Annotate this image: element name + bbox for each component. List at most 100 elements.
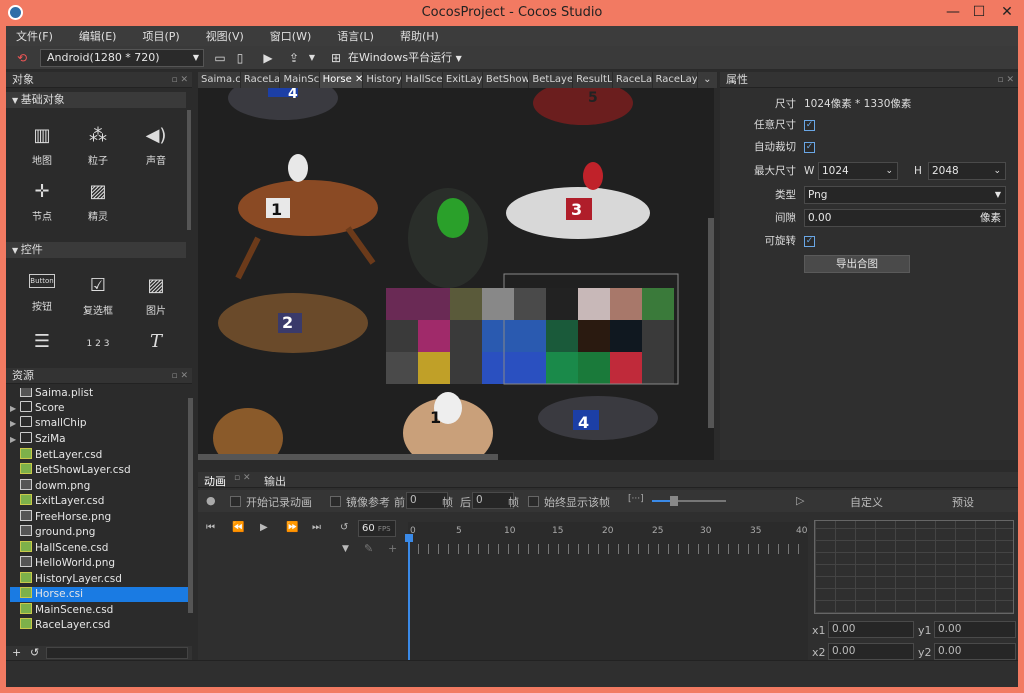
type-select[interactable]: Png ▼ bbox=[804, 186, 1006, 204]
y1-input[interactable]: 0.00 bbox=[934, 621, 1016, 638]
object-sound[interactable]: ◀) 声音 bbox=[128, 124, 184, 167]
tree-item[interactable]: ▶ Score bbox=[10, 401, 64, 416]
tab-racelayer-2[interactable]: RaceLa bbox=[613, 72, 653, 88]
x1-input[interactable]: 0.00 bbox=[828, 621, 914, 638]
preset-label[interactable]: 预设 bbox=[952, 494, 974, 510]
tab-exitlayer[interactable]: ExitLay bbox=[443, 72, 483, 88]
tab-mainscene[interactable]: MainSc bbox=[280, 72, 320, 88]
arbitrary-size-checkbox[interactable]: ✓ bbox=[804, 120, 815, 131]
max-height-select[interactable]: 2048 ⌄ bbox=[928, 162, 1006, 180]
panel-controls-icon[interactable]: ▫ ✕ bbox=[234, 473, 251, 483]
tree-item[interactable]: ▶ smallChip bbox=[10, 416, 87, 431]
run-target-select[interactable]: 在Windows平台运行 ▼ bbox=[348, 50, 462, 67]
custom-label[interactable]: 自定义 bbox=[850, 494, 883, 510]
fps-input[interactable]: 60 FPS bbox=[358, 520, 396, 537]
add-icon[interactable]: + bbox=[388, 542, 397, 555]
chevron-down-icon[interactable]: ▼ bbox=[304, 50, 320, 66]
basic-objects-section[interactable]: ▼ 基础对象 bbox=[6, 92, 186, 108]
timeline[interactable]: 0 5 10 15 20 25 30 35 40 bbox=[405, 522, 808, 660]
tree-item[interactable]: ▶ SziMa bbox=[10, 432, 66, 447]
object-sprite[interactable]: ▨ 精灵 bbox=[70, 180, 126, 223]
panel-controls-icon[interactable]: ▫ ✕ bbox=[997, 72, 1014, 88]
resources-scrollbar[interactable] bbox=[188, 398, 193, 613]
object-node[interactable]: ✛ 节点 bbox=[14, 180, 70, 223]
chevron-right-icon[interactable]: ▶ bbox=[10, 401, 20, 416]
chevron-right-icon[interactable]: ▶ bbox=[10, 432, 20, 447]
last-frame-icon[interactable]: ⏭ bbox=[312, 522, 321, 533]
menu-file[interactable]: 文件(F) bbox=[16, 28, 53, 44]
tree-item-selected[interactable]: Horse.csi bbox=[10, 587, 190, 602]
chevron-down-icon[interactable]: ▼ bbox=[342, 544, 349, 554]
control-textarea[interactable]: ☰ bbox=[14, 330, 70, 358]
tree-item[interactable]: HelloWorld.png bbox=[10, 556, 115, 571]
tab-history[interactable]: History bbox=[363, 72, 403, 88]
menu-language[interactable]: 语言(L) bbox=[337, 28, 374, 44]
canvas-v-scrollbar[interactable] bbox=[708, 218, 714, 428]
chevron-right-icon[interactable]: ▶ bbox=[10, 416, 20, 431]
object-particle[interactable]: ⁂ 粒子 bbox=[70, 124, 126, 167]
play-icon[interactable]: ▷ bbox=[796, 494, 804, 507]
tab-hallscene[interactable]: HallSce bbox=[402, 72, 443, 88]
rotatable-checkbox[interactable]: ✓ bbox=[804, 236, 815, 247]
menu-project[interactable]: 项目(P) bbox=[142, 28, 179, 44]
panel-controls-icon[interactable]: ▫ ✕ bbox=[171, 72, 188, 88]
playhead-handle[interactable] bbox=[405, 534, 413, 542]
always-show-checkbox[interactable] bbox=[528, 496, 539, 507]
next-frame-icon[interactable]: ⏩ bbox=[286, 522, 298, 533]
canvas-h-scrollbar[interactable] bbox=[198, 454, 498, 460]
tab-racelayer[interactable]: RaceLa bbox=[241, 72, 281, 88]
play-icon[interactable]: ▶ bbox=[260, 522, 268, 533]
onion-checkbox[interactable] bbox=[330, 496, 341, 507]
refresh-icon[interactable]: ↺ bbox=[30, 646, 39, 659]
tab-resultlayer[interactable]: ResultL bbox=[573, 72, 613, 88]
playhead[interactable] bbox=[408, 538, 410, 660]
export-sprite-sheet-button[interactable]: 导出合图 bbox=[804, 255, 910, 273]
tab-betlayer[interactable]: BetLaye bbox=[529, 72, 574, 88]
portrait-icon[interactable]: ▯ bbox=[232, 50, 248, 66]
menu-window[interactable]: 窗口(W) bbox=[270, 28, 311, 44]
first-frame-icon[interactable]: ⏮ bbox=[206, 522, 215, 533]
control-text[interactable]: T bbox=[128, 330, 184, 358]
control-button[interactable]: Button 按钮 bbox=[14, 274, 70, 313]
spacing-input[interactable]: 0.00 像素 bbox=[804, 209, 1006, 227]
tree-item[interactable]: HistoryLayer.csd bbox=[10, 572, 122, 587]
add-icon[interactable]: + bbox=[12, 646, 21, 659]
tab-horse[interactable]: Horse ✕ bbox=[319, 72, 364, 88]
objects-scrollbar[interactable] bbox=[187, 110, 191, 230]
play-icon[interactable]: ▶ bbox=[260, 50, 276, 66]
minimize-button[interactable]: — bbox=[940, 2, 966, 22]
tab-output[interactable]: 输出 bbox=[264, 473, 286, 489]
control-image[interactable]: ▨ 图片 bbox=[128, 274, 184, 317]
control-checkbox[interactable]: ☑ 复选框 bbox=[70, 274, 126, 317]
tree-item[interactable]: Saima.plist bbox=[10, 388, 93, 401]
y2-input[interactable]: 0.00 bbox=[934, 643, 1016, 660]
tree-item[interactable]: ground.png bbox=[10, 525, 95, 540]
controls-section[interactable]: ▼ 控件 bbox=[6, 242, 186, 258]
tree-item[interactable]: RaceLayer.csd bbox=[10, 618, 110, 633]
object-map[interactable]: ▥ 地图 bbox=[14, 124, 70, 167]
tree-item[interactable]: HallScene.csd bbox=[10, 541, 108, 556]
landscape-icon[interactable]: ▭ bbox=[212, 50, 228, 66]
tree-item[interactable]: MainScene.csd bbox=[10, 603, 113, 618]
menu-edit[interactable]: 编辑(E) bbox=[79, 28, 117, 44]
tab-racelayer-3[interactable]: RaceLay bbox=[653, 72, 698, 88]
tree-item[interactable]: dowm.png bbox=[10, 479, 90, 494]
close-icon[interactable]: ✕ bbox=[355, 74, 362, 85]
refresh-icon[interactable]: ⟲ bbox=[14, 50, 30, 66]
tab-animation[interactable]: 动画 bbox=[204, 473, 226, 489]
x2-input[interactable]: 0.00 bbox=[828, 643, 914, 660]
maximize-button[interactable]: ☐ bbox=[966, 2, 992, 22]
auto-crop-checkbox[interactable]: ✓ bbox=[804, 142, 815, 153]
tree-item[interactable]: FreeHorse.png bbox=[10, 510, 111, 525]
zoom-slider-handle[interactable] bbox=[670, 496, 678, 506]
resolution-select[interactable]: Android(1280 * 720) ▼ bbox=[40, 49, 204, 67]
resource-search-input[interactable] bbox=[46, 647, 188, 659]
tab-saima[interactable]: Saima.c bbox=[198, 72, 241, 88]
tree-item[interactable]: BetShowLayer.csd bbox=[10, 463, 131, 478]
panel-controls-icon[interactable]: ▫ ✕ bbox=[171, 368, 188, 384]
loop-icon[interactable]: ↺ bbox=[340, 522, 348, 533]
menu-help[interactable]: 帮助(H) bbox=[400, 28, 439, 44]
prev-frame-icon[interactable]: ⏪ bbox=[232, 522, 244, 533]
record-checkbox[interactable] bbox=[230, 496, 241, 507]
sprite-sheet-canvas[interactable]: 4 5 1 3 2 1 4 bbox=[198, 88, 714, 460]
